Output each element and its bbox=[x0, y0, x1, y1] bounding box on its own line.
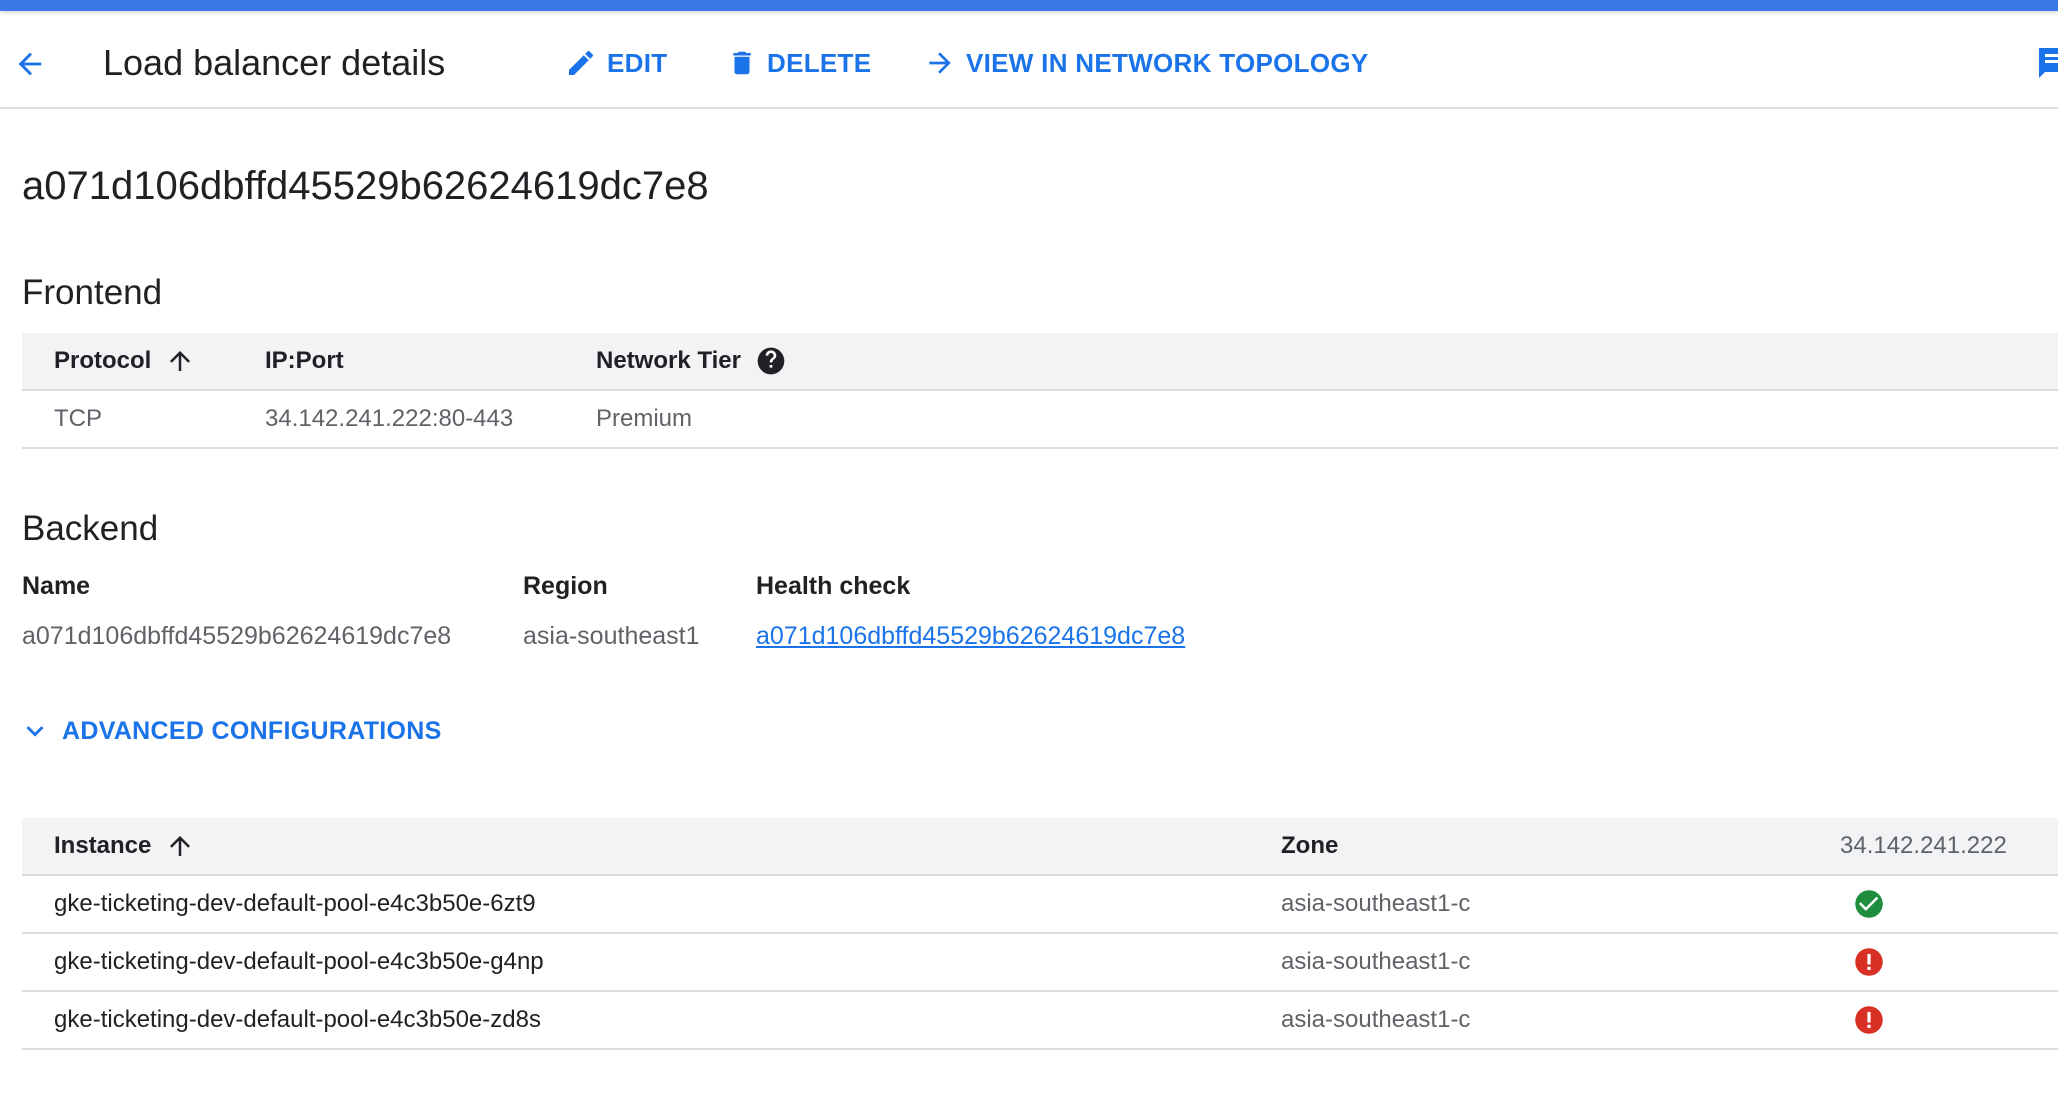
network-tier-cell: Premium bbox=[596, 405, 693, 432]
edit-button-label: EDIT bbox=[607, 47, 668, 78]
instances-table-header: Instance Zone 34.142.241.222 bbox=[22, 818, 2058, 876]
column-header-ip: 34.142.241.222 bbox=[1840, 818, 2007, 874]
zone-cell: asia-southeast1-c bbox=[1281, 890, 1471, 917]
column-header-zone: Zone bbox=[1281, 818, 1338, 874]
edit-button[interactable]: EDIT bbox=[565, 41, 667, 85]
trash-icon bbox=[733, 51, 751, 75]
arrow-forward-icon bbox=[929, 52, 951, 74]
column-header-ip-label: 34.142.241.222 bbox=[1840, 832, 2007, 859]
instance-name-cell: gke-ticketing-dev-default-pool-e4c3b50e-… bbox=[54, 1006, 541, 1033]
view-network-topology-label: VIEW IN NETWORK TOPOLOGY bbox=[966, 47, 1369, 78]
protocol-cell: TCP bbox=[54, 405, 102, 432]
advanced-configurations-label: ADVANCED CONFIGURATIONS bbox=[62, 716, 442, 745]
instance-name-cell: gke-ticketing-dev-default-pool-e4c3b50e-… bbox=[54, 948, 544, 975]
frontend-table-header: Protocol IP:Port Network Tier bbox=[22, 333, 2058, 391]
backend-health-check-label: Health check bbox=[756, 572, 911, 600]
error-circle-icon bbox=[1855, 1006, 1883, 1034]
page-header: Load balancer details EDIT DELETE VIEW I… bbox=[0, 11, 2058, 109]
top-accent-bar bbox=[0, 0, 2058, 11]
health-check-link[interactable]: a071d106dbffd45529b62624619dc7e8 bbox=[756, 622, 1185, 651]
load-balancer-name: a071d106dbffd45529b62624619dc7e8 bbox=[22, 164, 709, 208]
pencil-icon bbox=[569, 50, 594, 75]
page-title: Load balancer details bbox=[103, 42, 446, 83]
backend-name-value: a071d106dbffd45529b62624619dc7e8 bbox=[22, 622, 452, 650]
chevron-down-icon bbox=[26, 726, 44, 737]
column-header-protocol[interactable]: Protocol bbox=[54, 333, 195, 389]
delete-button-label: DELETE bbox=[767, 47, 872, 78]
column-header-instance-label: Instance bbox=[54, 832, 152, 859]
instance-name-cell: gke-ticketing-dev-default-pool-e4c3b50e-… bbox=[54, 890, 536, 917]
feedback-button[interactable] bbox=[2036, 45, 2058, 85]
table-row: gke-ticketing-dev-default-pool-e4c3b50e-… bbox=[22, 992, 2058, 1050]
instances-table: Instance Zone 34.142.241.222 gke-ticketi… bbox=[22, 818, 2058, 1050]
help-circle-icon[interactable] bbox=[755, 345, 787, 377]
zone-cell: asia-southeast1-c bbox=[1281, 948, 1471, 975]
table-row: TCP 34.142.241.222:80-443 Premium bbox=[22, 391, 2058, 449]
column-header-network-tier-label: Network Tier bbox=[596, 347, 741, 374]
frontend-table: Protocol IP:Port Network Tier TCP 34.142… bbox=[22, 333, 2058, 449]
column-header-protocol-label: Protocol bbox=[54, 347, 152, 374]
backend-region-label: Region bbox=[523, 572, 608, 600]
back-button[interactable] bbox=[10, 44, 50, 84]
feedback-icon bbox=[2039, 48, 2058, 78]
backend-section-title: Backend bbox=[22, 509, 159, 548]
table-row: gke-ticketing-dev-default-pool-e4c3b50e-… bbox=[22, 934, 2058, 992]
column-header-ip-port-label: IP:Port bbox=[265, 347, 344, 374]
advanced-configurations-toggle[interactable]: ADVANCED CONFIGURATIONS bbox=[18, 713, 442, 749]
frontend-section-title: Frontend bbox=[22, 273, 163, 312]
backend-name-label: Name bbox=[22, 572, 91, 600]
column-header-ip-port: IP:Port bbox=[265, 333, 344, 389]
check-circle-icon bbox=[1855, 890, 1883, 918]
arrow-up-icon bbox=[170, 836, 191, 856]
zone-cell: asia-southeast1-c bbox=[1281, 1006, 1471, 1033]
column-header-zone-label: Zone bbox=[1281, 832, 1339, 859]
backend-region-value: asia-southeast1 bbox=[523, 622, 700, 650]
column-header-network-tier: Network Tier bbox=[596, 333, 787, 389]
arrow-up-icon bbox=[170, 351, 191, 371]
error-circle-icon bbox=[1855, 948, 1883, 976]
ip-port-cell: 34.142.241.222:80-443 bbox=[265, 405, 514, 432]
table-row: gke-ticketing-dev-default-pool-e4c3b50e-… bbox=[22, 876, 2058, 934]
delete-button[interactable]: DELETE bbox=[727, 41, 871, 85]
view-network-topology-button[interactable]: VIEW IN NETWORK TOPOLOGY bbox=[924, 41, 1369, 85]
arrow-back-icon bbox=[18, 52, 42, 76]
column-header-instance[interactable]: Instance bbox=[54, 818, 195, 874]
